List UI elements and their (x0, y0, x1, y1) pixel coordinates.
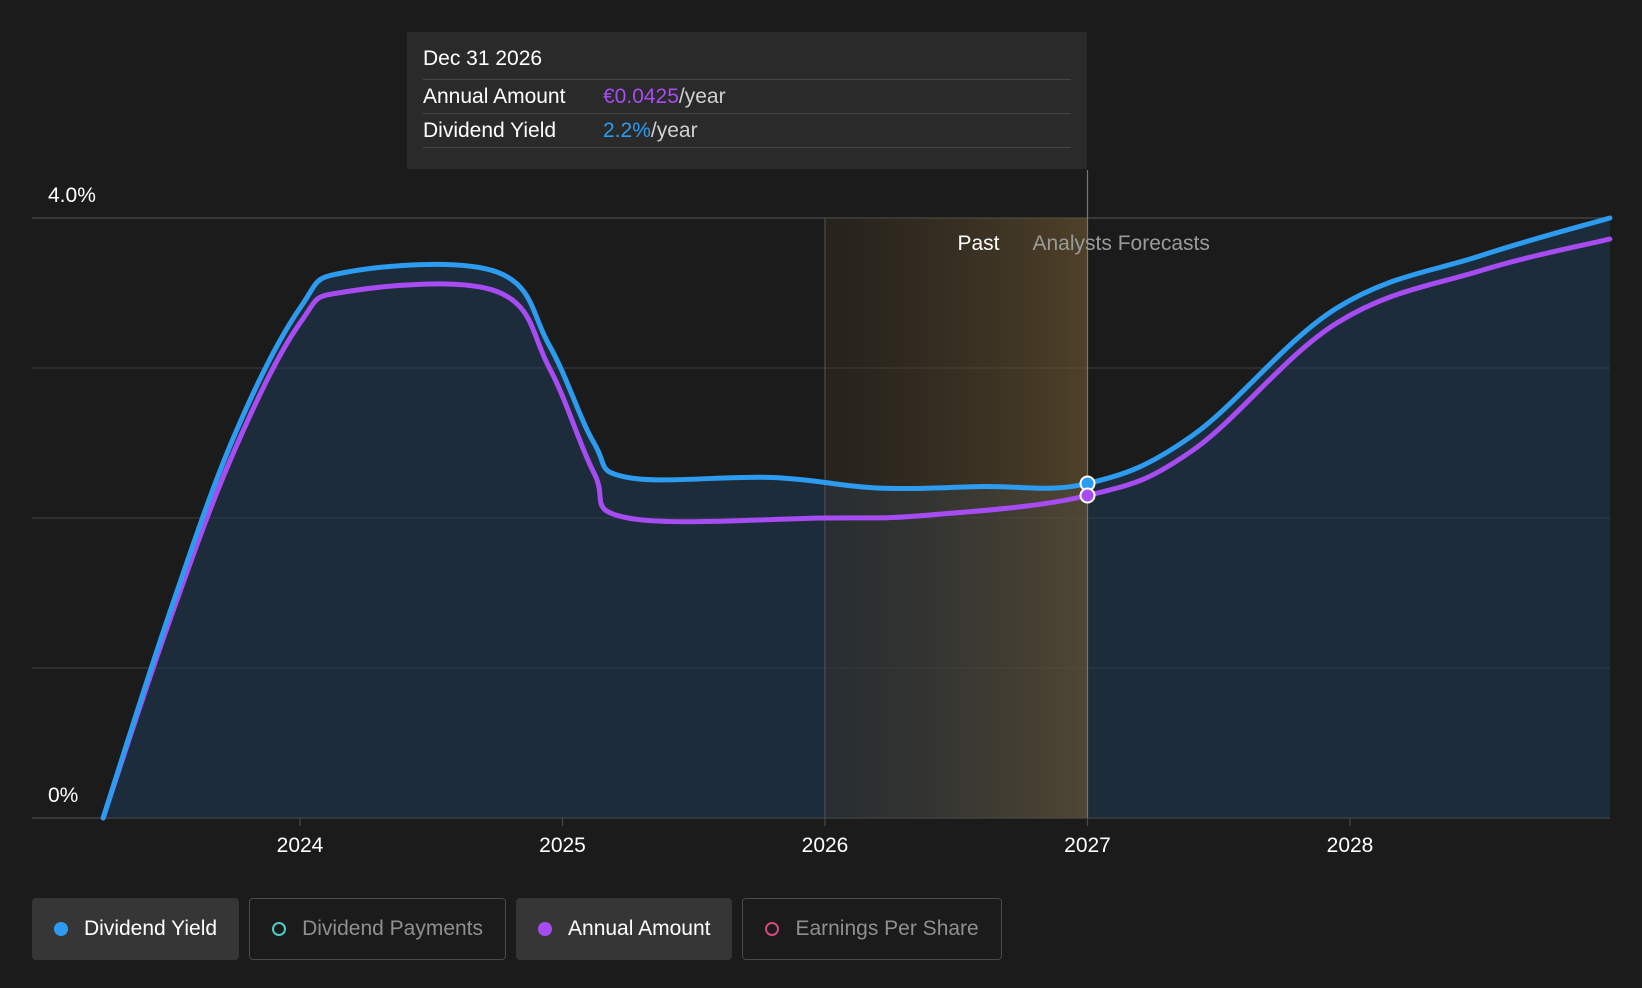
tooltip-unit: /year (650, 118, 698, 142)
legend-annual-amount[interactable]: Annual Amount (516, 898, 733, 960)
legend-dividend-payments[interactable]: Dividend Payments (249, 898, 507, 960)
legend-earnings-per-share[interactable]: Earnings Per Share (742, 898, 1002, 960)
marker-point-annual-amount (1079, 487, 1096, 504)
tooltip-unit: /year (678, 84, 726, 108)
legend-dot-icon (272, 922, 287, 936)
x-tick-label: 2028 (1327, 834, 1374, 857)
legend-dot-icon (765, 922, 780, 936)
past-label: Past (957, 232, 999, 255)
tooltip: Dec 31 2026 Annual Amount €0.0425 /year … (407, 32, 1087, 169)
legend-label: Dividend Yield (84, 917, 218, 940)
x-tick-label: 2025 (539, 834, 586, 857)
tooltip-value: €0.0425 (603, 84, 679, 108)
tooltip-value: 2.2% (603, 118, 651, 142)
legend-label: Annual Amount (568, 917, 711, 940)
tooltip-label: Annual Amount (423, 84, 566, 108)
legend-dividend-yield[interactable]: Dividend Yield (32, 898, 240, 960)
x-tick-label: 2024 (277, 834, 324, 857)
x-tick-label: 2027 (1064, 834, 1111, 857)
y-tick-label: 0% (48, 784, 78, 807)
x-tick-label: 2026 (802, 834, 849, 857)
tooltip-row-annual-amount: Annual Amount €0.0425 /year (423, 80, 1071, 114)
legend-dot-icon (538, 922, 553, 936)
y-tick-label: 4.0% (48, 184, 96, 207)
legend-label: Dividend Payments (302, 917, 484, 940)
past-highlight (824, 170, 1089, 818)
tooltip-row-dividend-yield: Dividend Yield 2.2% /year (423, 114, 1071, 148)
legend-label: Earnings Per Share (795, 917, 979, 940)
legend-dot-icon (54, 922, 68, 936)
tooltip-label: Dividend Yield (423, 118, 557, 142)
tooltip-date: Dec 31 2026 (423, 46, 1071, 80)
legend: Dividend Yield Dividend Payments Annual … (32, 898, 1002, 960)
forecast-label: Analysts Forecasts (1033, 232, 1210, 255)
